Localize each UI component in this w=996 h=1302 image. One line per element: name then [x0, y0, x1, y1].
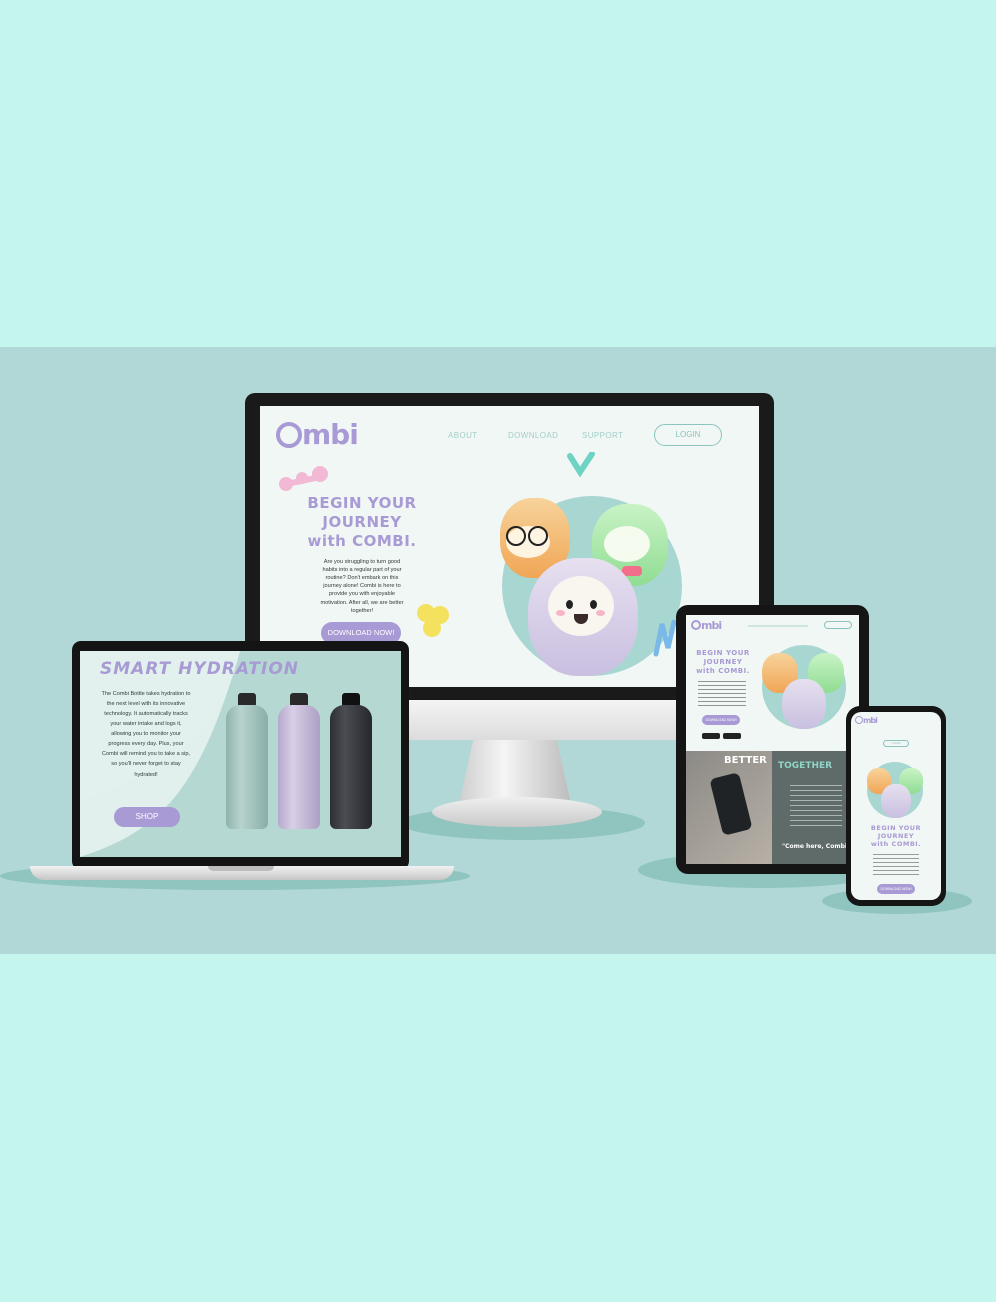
phone-login-button[interactable]: LOGIN — [883, 740, 909, 747]
phone-download-button[interactable]: DOWNLOAD NOW! — [877, 884, 915, 894]
tablet-illustration — [762, 645, 846, 729]
bottle-charcoal — [330, 693, 372, 829]
hero-title: BEGIN YOUR JOURNEY with COMBI. — [307, 494, 417, 550]
smart-hydration-title: SMART HYDRATION — [100, 659, 300, 679]
tablet-login-button[interactable] — [824, 621, 852, 629]
monitor-stand-neck — [460, 740, 570, 800]
tablet-better-together-section: BETTER TOGETHER "Come here, Combi!" — [686, 751, 859, 864]
tablet-combi-logo[interactable]: mbi — [691, 619, 722, 632]
together-description — [790, 785, 842, 829]
google-play-badge[interactable] — [723, 733, 741, 739]
bottle-sage — [226, 693, 268, 829]
nav-support[interactable]: SUPPORT — [582, 431, 623, 440]
hero-description: Are you struggling to turn good habits i… — [320, 559, 404, 614]
shop-button[interactable]: SHOP — [114, 807, 180, 827]
phone-screen: mbi LOGIN BEGIN YOUR JOURNEY with COMBI.… — [851, 712, 941, 900]
pink-molecule-decoration — [279, 466, 328, 491]
app-store-badge[interactable] — [702, 733, 720, 739]
tablet-hero-title: BEGIN YOUR JOURNEY with COMBI. — [696, 649, 750, 675]
teal-shape-decoration — [567, 452, 595, 478]
phone-hero-title: BEGIN YOUR JOURNEY with COMBI. — [870, 824, 922, 849]
laptop-notch — [208, 866, 274, 871]
monitor-stand-base — [432, 797, 602, 827]
tablet-download-button[interactable]: DOWNLOAD NOW! — [702, 715, 740, 725]
phone-illustration — [867, 762, 923, 818]
hydration-description: The Combi Bottle takes hydration to the … — [101, 691, 191, 778]
together-quote: "Come here, Combi!" — [782, 843, 853, 850]
together-title: TOGETHER — [778, 761, 833, 771]
nav-download[interactable]: DOWNLOAD — [508, 431, 558, 440]
combi-logo[interactable]: mbi — [276, 420, 359, 450]
tablet-hero-description — [698, 681, 746, 707]
better-title: BETTER — [724, 755, 767, 766]
phone-hero-description — [873, 854, 919, 876]
bottle-lilac — [278, 693, 320, 829]
yellow-blob-decoration — [417, 604, 449, 637]
laptop-screen: SMART HYDRATION The Combi Bottle takes h… — [80, 651, 401, 857]
tablet-screen: mbi BEGIN YOUR JOURNEY with COMBI. DOWNL… — [686, 615, 859, 864]
nav-about[interactable]: ABOUT — [448, 431, 478, 440]
login-button[interactable]: LOGIN — [654, 424, 722, 446]
tablet-nav[interactable] — [748, 625, 808, 627]
phone-combi-logo[interactable]: mbi — [855, 716, 878, 725]
